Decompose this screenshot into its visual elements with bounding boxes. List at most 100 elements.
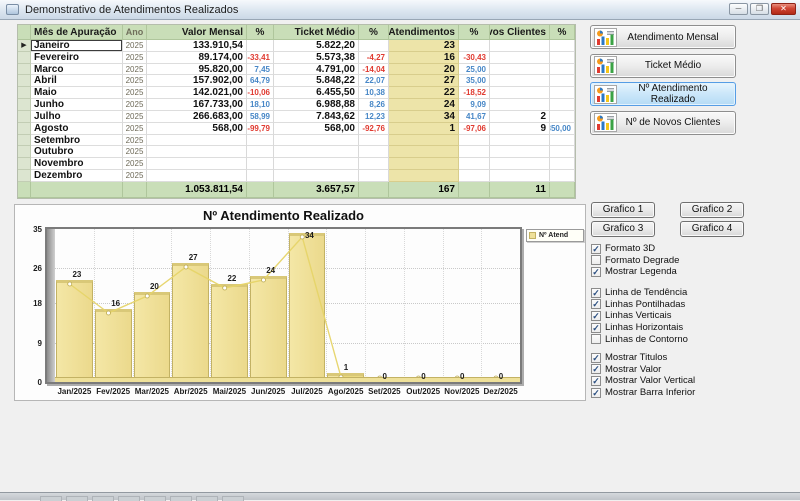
column-header-novos[interactable]: Novos Clientes [490,25,550,40]
cell-novos-pct [550,64,575,76]
checkbox-mostrar-barra-inferior[interactable]: ✓Mostrar Barra Inferior [591,387,695,399]
column-header-month[interactable]: Mês de Apuração [31,25,123,40]
view-button-2[interactable]: Ticket Médio [590,54,736,78]
checkbox-formato-degrade[interactable]: Formato Degrade [591,255,679,267]
x-axis-tick-label: Abr/2025 [171,387,210,396]
checkbox-mostrar-valor-vertical[interactable]: ✓Mostrar Valor Vertical [591,375,695,387]
cell-novos-clientes [490,146,550,158]
checkbox-mostrar-valor[interactable]: ✓Mostrar Valor [591,364,695,376]
table-row[interactable]: Abril2025157.902,0064,795.848,2222,07273… [18,75,575,87]
trend-marker-icon [184,265,188,269]
table-row[interactable]: ▶Janeiro2025133.910,545.822,2023 [18,40,575,52]
checkbox-formato-3d[interactable]: ✓ Formato 3D [591,243,679,255]
cell-valor-pct: -10,06 [247,87,274,99]
legend-label: Nº Atend [539,232,568,239]
checkbox-box-icon[interactable]: ✓ [591,376,601,386]
checkbox-label: Linhas de Contorno [605,334,688,345]
total-atendimentos: 167 [389,182,459,198]
cell-novos-clientes: 9 [490,123,550,135]
table-row[interactable]: Julho2025266.683,0058,997.843,6212,23344… [18,111,575,123]
record-selector [18,75,31,87]
trend-marker-icon [261,278,265,282]
column-header-valor[interactable]: Valor Mensal [147,25,247,40]
background-toolbar-fragment [92,496,114,501]
column-header-ticket_pct[interactable]: % [359,25,389,40]
view-button-3[interactable]: Nº Atendimento Realizado [590,82,736,106]
checkbox-mostrar-titulos[interactable]: ✓Mostrar Titulos [591,352,695,364]
checkbox-box-icon[interactable]: ✓ [591,364,601,374]
cell-month: Setembro [31,135,123,147]
checkbox-box-icon[interactable]: ✓ [591,299,601,309]
checkbox-box-icon[interactable]: ✓ [591,353,601,363]
cell-ticket: 5.848,22 [274,75,359,87]
table-row[interactable]: Maio2025142.021,00-10,066.455,5010,3822-… [18,87,575,99]
view-button-4[interactable]: Nº de Novos Clientes [590,111,736,135]
cell-ticket [274,135,359,147]
cell-ticket [274,146,359,158]
table-row[interactable]: Marco202595.820,007,454.791,00-14,042025… [18,64,575,76]
table-row[interactable]: Setembro2025 [18,135,575,147]
cell-ticket-pct [359,170,389,182]
grafico-button-1[interactable]: Grafico 1 [591,202,655,218]
checkbox-label: Formato Degrade [605,255,679,266]
column-header-atend_pct[interactable]: % [459,25,490,40]
table-row[interactable]: Junho2025167.733,0018,106.988,888,26249,… [18,99,575,111]
table-row[interactable]: Outubro2025 [18,146,575,158]
grafico-button-4[interactable]: Grafico 4 [680,221,744,237]
cell-novos-pct [550,146,575,158]
grafico-button-2[interactable]: Grafico 2 [680,202,744,218]
table-row[interactable]: Dezembro2025 [18,170,575,182]
grafico-button-3[interactable]: Grafico 3 [591,221,655,237]
cell-atend-pct [459,170,490,182]
table-row[interactable]: Novembro2025 [18,158,575,170]
column-header-ticket[interactable]: Ticket Médio [274,25,359,40]
cell-novos-pct [550,99,575,111]
total-month [31,182,123,198]
minimize-icon[interactable]: ─ [729,3,748,15]
options-group1: ✓ Formato 3DFormato Degrade✓Mostrar Legen… [591,243,679,278]
cell-ano: 2025 [123,40,147,52]
total-valor: 1.053.811,54 [147,182,247,198]
checkbox-box-icon[interactable] [591,255,601,265]
checkbox-box-icon[interactable]: ✓ [591,311,601,321]
table-row[interactable]: Agosto2025568,00-99,79568,00-92,761-97,0… [18,123,575,135]
total-ano [123,182,147,198]
checkbox-box-icon[interactable]: ✓ [591,267,601,277]
close-icon[interactable]: ✕ [771,3,796,15]
column-header-atend[interactable]: Nº Atendimentos [389,25,459,40]
column-header-valor_pct[interactable]: % [247,25,274,40]
checkbox-linhas-pontilhadas[interactable]: ✓Linhas Pontilhadas [591,299,688,311]
cell-novos-pct: 350,00 [550,123,575,135]
record-selector [18,158,31,170]
grid-header-row: Mês de ApuraçãoAnoValor Mensal%Ticket Mé… [18,25,575,40]
record-selector-header [18,25,31,40]
cell-valor [147,146,247,158]
cell-ticket: 568,00 [274,123,359,135]
cell-ticket: 7.843,62 [274,111,359,123]
cell-month: Novembro [31,158,123,170]
checkbox-box-icon[interactable]: ✓ [591,244,601,254]
checkbox-label: Formato 3D [605,243,655,254]
checkbox-linhas-de-contorno[interactable]: Linhas de Contorno [591,333,688,345]
cell-ano: 2025 [123,158,147,170]
cell-valor-pct: 64,79 [247,75,274,87]
table-row[interactable]: Fevereiro202589.174,00-33,415.573,38-4,2… [18,52,575,64]
checkbox-box-icon[interactable]: ✓ [591,388,601,398]
checkbox-box-icon[interactable]: ✓ [591,323,601,333]
checkbox-box-icon[interactable]: ✓ [591,288,601,298]
record-selector [18,64,31,76]
column-header-ano[interactable]: Ano [123,25,147,40]
cell-ano: 2025 [123,111,147,123]
checkbox-linha-de-tend-ncia[interactable]: ✓Linha de Tendência [591,287,688,299]
view-button-1[interactable]: Atendimento Mensal [590,25,736,49]
trend-marker-icon [300,235,304,239]
checkbox-linhas-horizontais[interactable]: ✓Linhas Horizontais [591,322,688,334]
record-selector [18,87,31,99]
checkbox-linhas-verticais[interactable]: ✓Linhas Verticais [591,310,688,322]
checkbox-mostrar-legenda[interactable]: ✓Mostrar Legenda [591,266,679,278]
checkbox-box-icon[interactable] [591,334,601,344]
cell-ticket: 4.791,00 [274,64,359,76]
column-header-novos_pct[interactable]: % [550,25,575,40]
cell-valor-pct [247,135,274,147]
restore-icon[interactable]: ❐ [750,3,769,15]
